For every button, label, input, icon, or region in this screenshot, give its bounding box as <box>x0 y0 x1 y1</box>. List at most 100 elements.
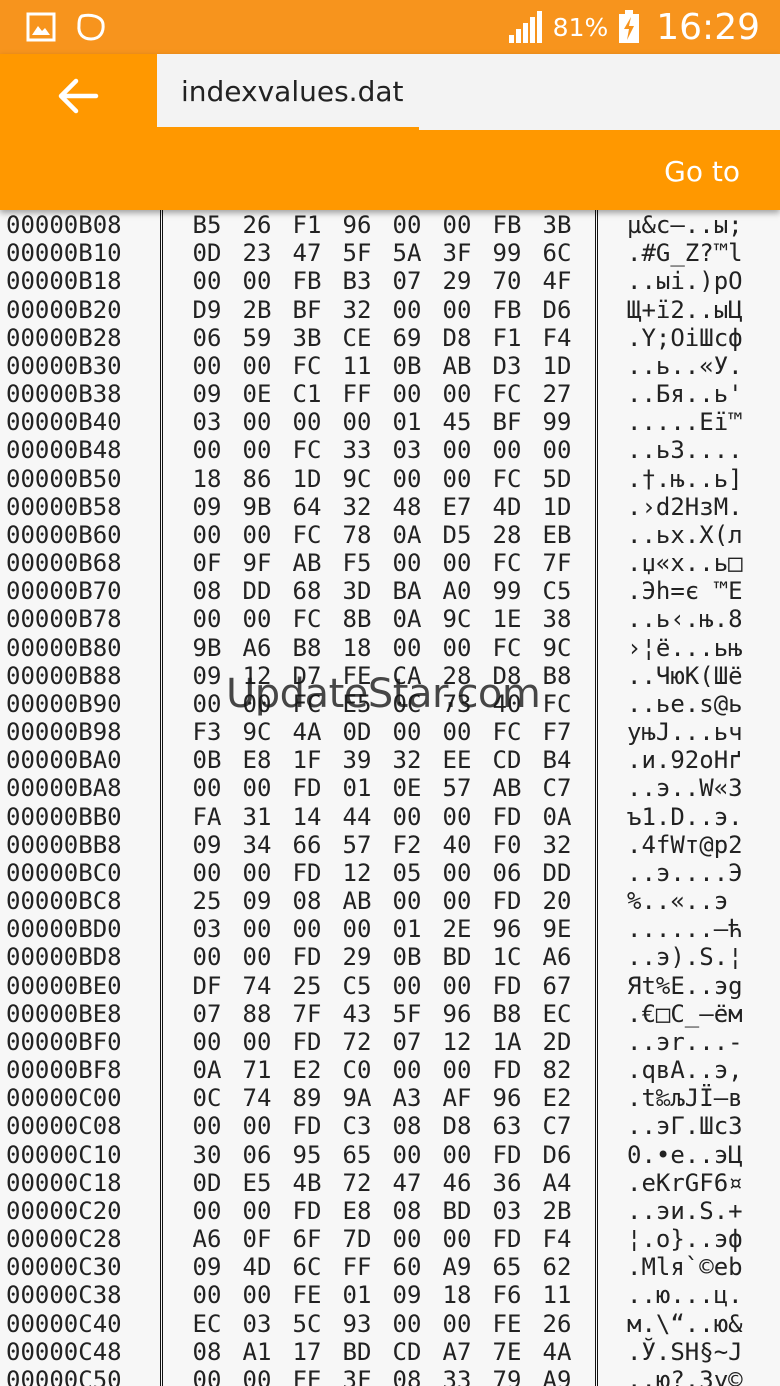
hex-row[interactable]: 00000BE0 DF 74 25 C5 00 00 FD 67 Яt%Е..эg <box>0 972 780 1000</box>
hex-byte[interactable]: 00 <box>488 436 526 464</box>
filename-field[interactable]: indexvalues.dat <box>157 54 780 130</box>
hex-byte[interactable]: 00 <box>238 1197 276 1225</box>
hex-byte[interactable]: 08 <box>188 1338 226 1366</box>
hex-byte[interactable]: 00 <box>338 408 376 436</box>
hex-byte[interactable]: 60 <box>388 1253 426 1281</box>
hex-byte[interactable]: 00 <box>188 605 226 633</box>
hex-byte[interactable]: 64 <box>288 493 326 521</box>
hex-byte[interactable]: F4 <box>538 324 576 352</box>
hex-byte[interactable]: 00 <box>388 1056 426 1084</box>
hex-byte[interactable]: 00 <box>238 436 276 464</box>
hex-byte[interactable]: 4B <box>288 1169 326 1197</box>
hex-byte[interactable]: 93 <box>338 1310 376 1338</box>
hex-byte[interactable]: 00 <box>438 380 476 408</box>
hex-byte[interactable]: FC <box>488 549 526 577</box>
hex-byte[interactable]: 9B <box>188 634 226 662</box>
hex-row[interactable]: 00000BD0 03 00 00 00 01 2E 96 9E ......–ћ <box>0 915 780 943</box>
hex-byte[interactable]: 57 <box>338 831 376 859</box>
hex-byte[interactable]: FE <box>288 1281 326 1309</box>
hex-byte[interactable]: 3D <box>338 577 376 605</box>
hex-byte[interactable]: B5 <box>188 211 226 239</box>
hex-byte[interactable]: 01 <box>388 408 426 436</box>
hex-row[interactable]: 00000BB8 09 34 66 57 F2 40 F0 32 .4fWт@р2 <box>0 831 780 859</box>
hex-byte[interactable]: 66 <box>288 831 326 859</box>
hex-byte[interactable]: 4A <box>288 718 326 746</box>
hex-byte[interactable]: A1 <box>238 1338 276 1366</box>
hex-row[interactable]: 00000B60 00 00 FC 78 0A D5 28 EB ..ьx.Х(л <box>0 521 780 549</box>
hex-byte[interactable]: 32 <box>538 831 576 859</box>
hex-byte[interactable]: 4F <box>538 267 576 295</box>
hex-byte[interactable]: 00 <box>238 605 276 633</box>
hex-byte[interactable]: 36 <box>488 1169 526 1197</box>
hex-byte[interactable]: 2B <box>538 1197 576 1225</box>
hex-row[interactable]: 00000C28 A6 0F 6F 7D 00 00 FD F4 ¦.o}..эф <box>0 1225 780 1253</box>
hex-byte[interactable]: 11 <box>538 1281 576 1309</box>
hex-byte[interactable]: 03 <box>188 915 226 943</box>
hex-byte[interactable]: 0A <box>388 605 426 633</box>
hex-byte[interactable]: 11 <box>338 352 376 380</box>
hex-byte[interactable]: C0 <box>338 1056 376 1084</box>
hex-byte[interactable]: 2E <box>438 915 476 943</box>
hex-byte[interactable]: D3 <box>488 352 526 380</box>
hex-byte[interactable]: FD <box>488 972 526 1000</box>
hex-byte[interactable]: 12 <box>438 1028 476 1056</box>
hex-byte[interactable]: FD <box>488 1056 526 1084</box>
hex-byte[interactable]: 0B <box>388 943 426 971</box>
hex-byte[interactable]: F5 <box>338 549 376 577</box>
hex-byte[interactable]: FD <box>288 774 326 802</box>
hex-byte[interactable]: FC <box>538 690 576 718</box>
hex-row[interactable]: 00000C18 0D E5 4B 72 47 46 36 A4 .eKrGF6¤ <box>0 1169 780 1197</box>
hex-byte[interactable]: 1D <box>288 465 326 493</box>
hex-byte[interactable]: FC <box>288 352 326 380</box>
hex-byte[interactable]: 00 <box>188 1112 226 1140</box>
hex-byte[interactable]: 03 <box>388 436 426 464</box>
hex-byte[interactable]: 00 <box>438 1225 476 1253</box>
hex-byte[interactable]: D6 <box>538 296 576 324</box>
hex-row[interactable]: 00000C10 30 06 95 65 00 00 FD D6 0.•e..эЦ <box>0 1141 780 1169</box>
hex-byte[interactable]: C1 <box>288 380 326 408</box>
hex-byte[interactable]: 18 <box>338 634 376 662</box>
hex-byte[interactable]: 20 <box>538 887 576 915</box>
hex-row[interactable]: 00000C38 00 00 FE 01 09 18 F6 11 ..ю...ц. <box>0 1281 780 1309</box>
hex-byte[interactable]: F1 <box>288 211 326 239</box>
hex-byte[interactable]: 08 <box>388 1112 426 1140</box>
hex-byte[interactable]: 3F <box>338 1366 376 1386</box>
hex-byte[interactable]: 32 <box>338 296 376 324</box>
hex-byte[interactable]: A6 <box>188 1225 226 1253</box>
hex-byte[interactable]: 00 <box>388 972 426 1000</box>
hex-byte[interactable]: B8 <box>538 662 576 690</box>
hex-byte[interactable]: FB <box>488 211 526 239</box>
hex-byte[interactable]: BD <box>338 1338 376 1366</box>
hex-row[interactable]: 00000BA8 00 00 FD 01 0E 57 AB C7 ..э..W«З <box>0 774 780 802</box>
hex-byte[interactable]: FE <box>288 1366 326 1386</box>
hex-byte[interactable]: 57 <box>438 774 476 802</box>
hex-byte[interactable]: 00 <box>288 915 326 943</box>
hex-byte[interactable]: 00 <box>438 634 476 662</box>
hex-byte[interactable]: AB <box>488 774 526 802</box>
hex-byte[interactable]: F3 <box>188 718 226 746</box>
hex-byte[interactable]: 00 <box>388 1141 426 1169</box>
hex-byte[interactable]: 2D <box>538 1028 576 1056</box>
hex-byte[interactable]: 95 <box>288 1141 326 1169</box>
hex-byte[interactable]: 78 <box>338 521 376 549</box>
hex-byte[interactable]: 0C <box>188 1084 226 1112</box>
hex-byte[interactable]: 07 <box>388 1028 426 1056</box>
hex-row[interactable]: 00000C08 00 00 FD C3 08 D8 63 C7 ..эГ.ШcЗ <box>0 1112 780 1140</box>
hex-row[interactable]: 00000B68 0F 9F AB F5 00 00 FC 7F .џ«х..ь□ <box>0 549 780 577</box>
hex-row[interactable]: 00000BC8 25 09 08 AB 00 00 FD 20 %..«..э <box>0 887 780 915</box>
hex-byte[interactable]: A9 <box>438 1253 476 1281</box>
hex-byte[interactable]: 9E <box>538 915 576 943</box>
hex-row[interactable]: 00000C40 EC 03 5C 93 00 00 FE 26 м.\“..ю& <box>0 1310 780 1338</box>
hex-byte[interactable]: 00 <box>438 465 476 493</box>
hex-byte[interactable]: FD <box>488 1225 526 1253</box>
hex-byte[interactable]: 00 <box>438 1141 476 1169</box>
hex-byte[interactable]: 07 <box>388 267 426 295</box>
hex-byte[interactable]: 5C <box>288 1310 326 1338</box>
hex-byte[interactable]: E8 <box>338 1197 376 1225</box>
hex-byte[interactable]: 00 <box>238 267 276 295</box>
hex-byte[interactable]: 00 <box>238 1281 276 1309</box>
hex-row[interactable]: 00000BF8 0A 71 E2 C0 00 00 FD 82 .qвА..э, <box>0 1056 780 1084</box>
hex-byte[interactable]: 3F <box>438 239 476 267</box>
hex-byte[interactable]: FC <box>488 718 526 746</box>
hex-byte[interactable]: 00 <box>388 803 426 831</box>
